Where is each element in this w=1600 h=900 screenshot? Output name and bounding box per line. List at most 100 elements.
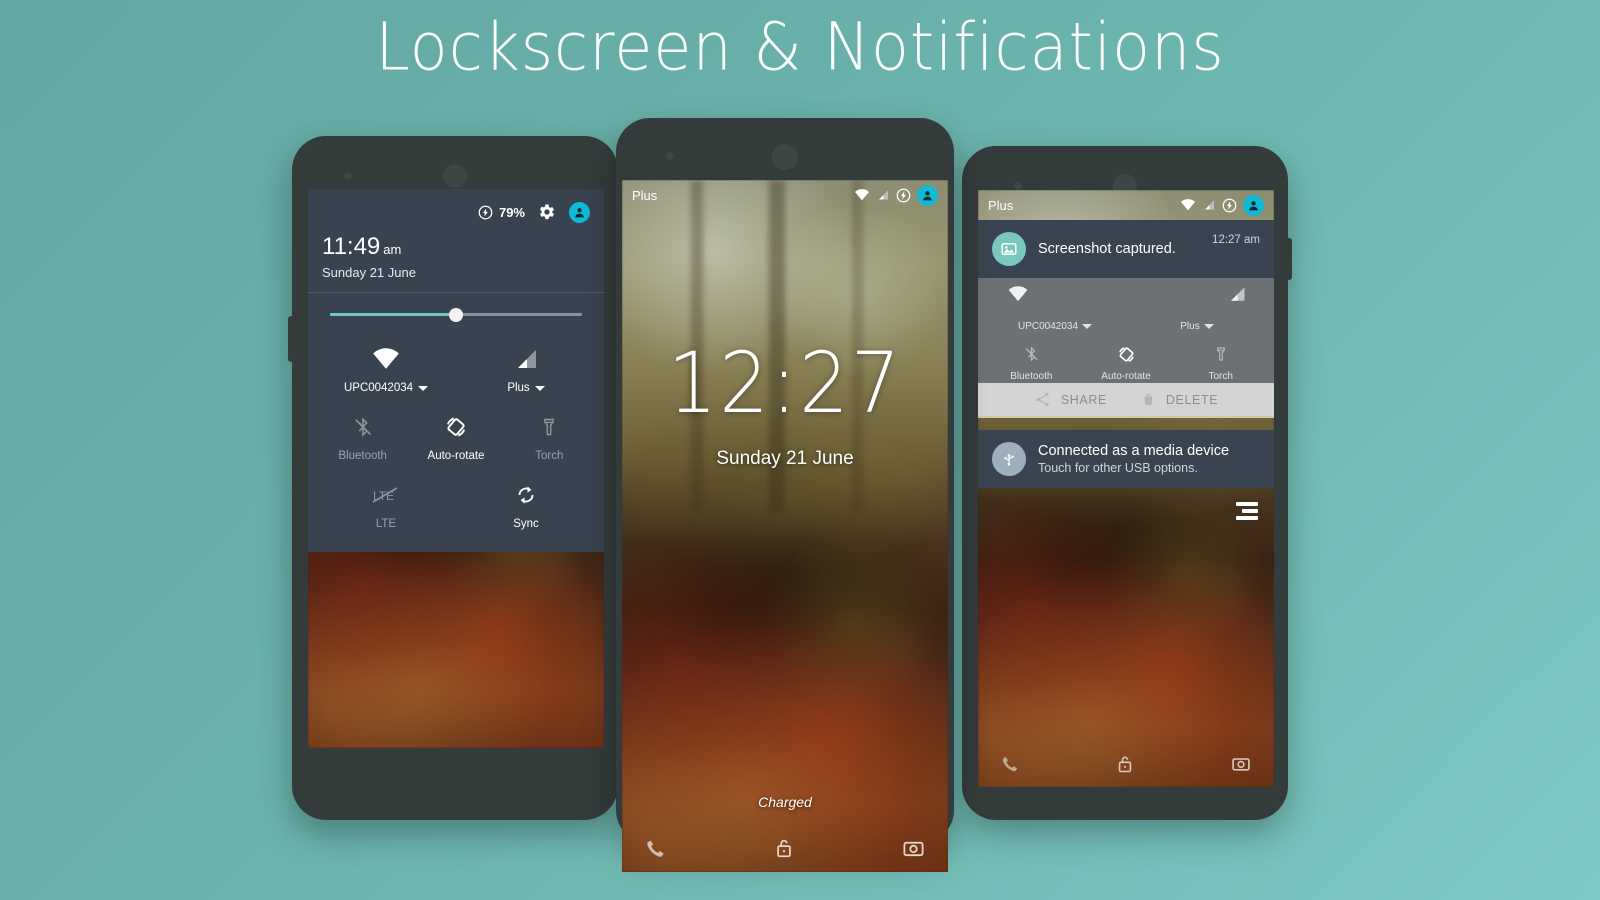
battery-charging-icon	[1222, 198, 1237, 212]
delete-button[interactable]: DELETE	[1141, 391, 1218, 408]
notification-subtitle: Touch for other USB options.	[1038, 461, 1198, 476]
notification-screenshot[interactable]: Screenshot captured. 12:27 am	[978, 220, 1274, 278]
tile-text: UPC0042034	[343, 382, 414, 394]
preview-tile-torch: Torch	[1173, 336, 1268, 386]
volume-button[interactable]	[288, 316, 294, 362]
camera-icon[interactable]	[1230, 754, 1252, 774]
preview-tile-text: UPC0042034	[1017, 321, 1079, 332]
trash-icon	[1144, 393, 1153, 406]
notification-time: 12:27 am	[1212, 234, 1260, 246]
chevron-down-icon[interactable]	[534, 385, 545, 391]
brightness-slider[interactable]	[308, 293, 604, 326]
notification-text: Screenshot captured.	[1038, 240, 1200, 258]
tile-label: Torch	[535, 450, 564, 462]
user-avatar-icon[interactable]	[1243, 194, 1264, 216]
preview-tile-row: Bluetooth Auto-rotate Torch	[984, 336, 1268, 386]
tile-text: Plus	[507, 382, 530, 394]
auto-rotate-icon	[1116, 342, 1137, 366]
image-icon	[992, 232, 1026, 266]
share-icon	[1036, 392, 1049, 407]
proximity-sensor-icon	[666, 152, 674, 160]
battery-percent: 79%	[498, 204, 525, 220]
battery-status: 79%	[478, 205, 525, 220]
preview-tile-bluetooth: Bluetooth	[984, 336, 1079, 386]
user-avatar-icon[interactable]	[569, 201, 590, 223]
lte-off-icon: LTE	[371, 480, 401, 510]
tile-label: Sync	[513, 518, 539, 530]
lockscreen-date: Sunday 21 June	[716, 448, 854, 469]
wifi-icon	[371, 344, 401, 374]
lockscreen-shortcuts	[978, 753, 1274, 775]
page-title: Lockscreen & Notifications	[375, 7, 1225, 86]
clock-ampm: am	[383, 242, 402, 257]
phone-right-notifications: Plus Screenshot captured. 12:27 am UPC00…	[962, 146, 1292, 820]
preview-tile-label: Plus	[1180, 321, 1214, 332]
tile-label: LTE	[375, 518, 397, 530]
status-icons	[854, 184, 938, 206]
phone-icon[interactable]	[1000, 754, 1020, 774]
tile-wifi[interactable]: UPC0042034	[316, 332, 456, 400]
proximity-sensor-icon	[344, 172, 352, 180]
screen-center: Plus 12:27 Sunday 21 June Charged	[622, 180, 948, 872]
slider-track[interactable]	[330, 307, 582, 322]
lockscreen-clock: 12:27	[667, 335, 903, 433]
status-bar: Plus	[978, 190, 1274, 220]
gear-icon[interactable]	[537, 202, 557, 222]
tile-auto-rotate[interactable]: Auto-rotate	[409, 400, 502, 468]
slider-fill	[330, 313, 456, 316]
lock-open-icon[interactable]	[773, 836, 795, 860]
screen-right: Plus Screenshot captured. 12:27 am UPC00…	[978, 190, 1274, 787]
chevron-down-icon[interactable]	[418, 385, 429, 391]
wifi-icon	[855, 189, 869, 201]
phone-center-lockscreen: Plus 12:27 Sunday 21 June Charged	[616, 118, 954, 872]
power-button[interactable]	[1286, 238, 1292, 280]
preview-tile-wifi: UPC0042034	[984, 310, 1126, 336]
preview-tile-label: UPC0042034	[1017, 321, 1093, 332]
preview-tile-row: UPC0042034 Plus	[984, 310, 1268, 336]
bluetooth-off-icon	[352, 412, 374, 442]
lockscreen-shortcuts	[622, 836, 948, 860]
tile-row: UPC0042034 Plus	[316, 332, 596, 400]
preview-tile-text: Plus	[1180, 321, 1200, 332]
tile-sync[interactable]: Sync	[456, 468, 596, 536]
quick-settings-header: 79% 11:49 am Sunday 21 June	[308, 189, 604, 292]
preview-status-row	[978, 284, 1274, 304]
delete-label: DELETE	[1165, 392, 1219, 407]
phone-icon[interactable]	[644, 837, 667, 860]
preview-tile-signal: Plus	[1126, 310, 1268, 336]
clock-time: 11:49	[322, 233, 381, 260]
clear-all-icon[interactable]	[978, 502, 1262, 521]
notification-title: Connected as a media device	[1038, 443, 1230, 459]
tile-lte[interactable]: LTE LTE	[316, 468, 456, 536]
notification-list: Screenshot captured. 12:27 am UPC0042034	[978, 220, 1274, 521]
tile-torch[interactable]: Torch	[503, 400, 596, 468]
tile-row: LTE LTE	[316, 468, 596, 536]
battery-status-text: Charged	[758, 794, 812, 810]
share-button[interactable]: SHARE	[1034, 391, 1107, 408]
screenshot-actions: SHARE DELETE	[978, 383, 1274, 416]
torch-icon	[539, 412, 559, 442]
signal-icon	[1205, 200, 1214, 210]
carrier-label: Plus	[988, 197, 1014, 213]
screenshot-preview[interactable]: UPC0042034 Plus Bluetooth Auto-rotate To…	[978, 278, 1274, 418]
carrier-label: Plus	[632, 187, 658, 203]
camera-icon[interactable]	[901, 837, 926, 860]
tile-signal[interactable]: Plus	[456, 332, 596, 400]
chevron-down-icon	[1082, 324, 1093, 329]
user-avatar-icon[interactable]	[917, 184, 938, 206]
battery-charging-icon	[896, 188, 911, 202]
share-label: SHARE	[1060, 392, 1107, 407]
lock-open-icon[interactable]	[1115, 753, 1135, 775]
tile-label: Plus	[507, 382, 545, 394]
auto-rotate-icon	[443, 412, 469, 442]
slider-knob[interactable]	[449, 307, 463, 322]
notification-text: Connected as a media device Touch for ot…	[1038, 442, 1260, 476]
notification-usb[interactable]: Connected as a media device Touch for ot…	[978, 430, 1274, 489]
preview-tile-label: Bluetooth	[1010, 371, 1053, 382]
tile-label: Auto-rotate	[427, 450, 485, 462]
tile-bluetooth[interactable]: Bluetooth	[316, 400, 409, 468]
proximity-sensor-icon	[1014, 182, 1022, 190]
status-icons	[1180, 194, 1264, 216]
usb-icon	[992, 442, 1026, 477]
wifi-icon	[1008, 286, 1028, 302]
